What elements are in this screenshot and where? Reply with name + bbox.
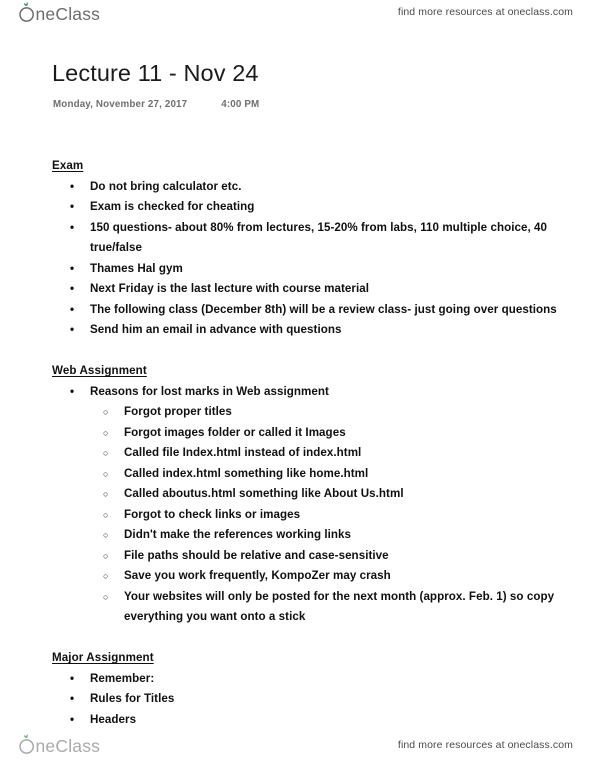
list-item-text: Send him an email in advance with questi… xyxy=(90,323,342,336)
page-title: Lecture 11 - Nov 24 xyxy=(52,60,259,86)
list-item: ○ Forgot to check links or images xyxy=(0,505,595,526)
list-item: ○ Forgot proper titles xyxy=(0,402,595,423)
list-item: • Remember: xyxy=(0,669,595,690)
bullet-filled-icon: • xyxy=(70,692,75,705)
list-item-text: Thames Hal gym xyxy=(90,261,183,275)
section: Exam • Do not bring calculator etc. • Exam i… xyxy=(0,156,595,341)
section: Major Assignment • Remember: • Rules for Tit… xyxy=(0,648,595,730)
list-item: ○ Didn't make the references working link… xyxy=(0,525,595,546)
list-item: • Next Friday is the last lecture with co… xyxy=(0,279,595,300)
oneclass-logo-footer: neClass xyxy=(17,734,113,761)
list-item-text: Save you work frequently, KompoZer may c… xyxy=(124,569,391,582)
list-item-text: 150 questions- about 80% from lectures, … xyxy=(90,220,548,255)
list-item-text: File paths should be relative and case-s… xyxy=(124,548,389,562)
document-time: 4:00 PM xyxy=(221,99,260,110)
list-item: ○ Called file Index.html instead of index… xyxy=(0,443,595,464)
bullet-hollow-icon: ○ xyxy=(103,489,109,499)
page-header: neClass find more resources at oneclass.… xyxy=(0,0,595,36)
svg-text:neClass: neClass xyxy=(36,736,101,756)
bullet-list-level-2: ○ Forgot proper titles ○ Forgot images fold… xyxy=(0,402,595,628)
bullet-hollow-icon: ○ xyxy=(103,427,109,438)
list-item: ○ Forgot images folder or called it Image… xyxy=(0,423,595,444)
list-item: • The following class (December 8th) will… xyxy=(0,300,595,321)
list-item-text: Headers xyxy=(90,712,137,726)
bullet-hollow-icon: ○ xyxy=(103,509,109,520)
document-date: Monday, November 27, 2017 xyxy=(53,99,188,110)
bullet-list-level-1: • Do not bring calculator etc. • Exam is ch… xyxy=(0,177,595,341)
list-item-text: The following class (December 8th) will … xyxy=(90,302,557,316)
list-item-text: Called aboutus.html something like About… xyxy=(124,487,404,500)
list-item: • Send him an email in advance with quest… xyxy=(0,320,595,341)
oneclass-wordmark-icon: neClass xyxy=(19,2,101,24)
bullet-filled-icon: • xyxy=(70,671,75,685)
list-item: ○ File paths should be relative and case-… xyxy=(0,546,595,567)
section-heading: Major Assignment xyxy=(52,651,154,664)
bullet-hollow-icon: ○ xyxy=(103,468,109,479)
bullet-filled-icon: • xyxy=(70,200,75,213)
header-tagline: find more resources at oneclass.com xyxy=(397,6,573,18)
list-item: • Reasons for lost marks in Web assignmen… xyxy=(0,382,595,403)
bullet-filled-icon: • xyxy=(70,220,75,234)
list-item-text: Called file Index.html instead of index.… xyxy=(124,446,362,459)
list-item: • 150 questions- about 80% from lectures,… xyxy=(0,218,595,259)
bullet-filled-icon: • xyxy=(70,384,75,398)
page-footer: neClass find more resources at oneclass.… xyxy=(0,726,595,770)
list-item-text: Forgot images folder or called it Images xyxy=(124,425,346,439)
list-item-text: Reasons for lost marks in Web assignment xyxy=(90,384,329,398)
footer-tagline: find more resources at oneclass.com xyxy=(397,739,573,751)
bullet-hollow-icon: ○ xyxy=(103,448,109,458)
bullet-list-level-1: • Remember: • Rules for Titles • Headers xyxy=(0,669,595,731)
list-item: ○ Called index.html something like home.h… xyxy=(0,464,595,485)
oneclass-wordmark-footer-icon: neClass xyxy=(19,734,101,756)
list-item: • Do not bring calculator etc. xyxy=(0,177,595,198)
bullet-filled-icon: • xyxy=(70,302,75,316)
document-meta: Monday, November 27, 2017 4:00 PM xyxy=(53,99,259,110)
list-item-text: Rules for Titles xyxy=(90,692,175,705)
list-item-text: Your websites will only be posted for th… xyxy=(124,589,555,624)
bullet-hollow-icon: ○ xyxy=(103,530,109,540)
list-item-text: Forgot proper titles xyxy=(124,405,232,418)
list-item: • Exam is checked for cheating xyxy=(0,197,595,218)
list-item-text: Called index.html something like home.ht… xyxy=(124,466,369,480)
svg-text:neClass: neClass xyxy=(36,4,101,24)
list-item: ○ Save you work frequently, KompoZer may … xyxy=(0,566,595,587)
list-item-text: Forgot to check links or images xyxy=(124,507,301,521)
oneclass-logo: neClass xyxy=(17,2,113,24)
bullet-filled-icon: • xyxy=(70,323,75,336)
list-item: • Rules for Titles xyxy=(0,689,595,710)
bullet-hollow-icon: ○ xyxy=(103,571,109,581)
section: Web Assignment • Reasons for lost marks in… xyxy=(0,361,595,628)
list-item: ○ Your websites will only be posted for t… xyxy=(0,587,595,628)
list-item: • Thames Hal gym xyxy=(0,259,595,280)
section-heading: Web Assignment xyxy=(52,364,147,377)
list-item-text: Remember: xyxy=(90,671,155,685)
list-item-text: Do not bring calculator etc. xyxy=(90,179,242,193)
bullet-filled-icon: • xyxy=(70,261,75,275)
notes-content: Exam • Do not bring calculator etc. • Exam i… xyxy=(0,156,595,730)
section-heading: Exam xyxy=(52,159,84,172)
bullet-list-level-1: • Reasons for lost marks in Web assignmen… xyxy=(0,382,595,403)
bullet-filled-icon: • xyxy=(70,179,75,193)
bullet-hollow-icon: ○ xyxy=(103,591,109,602)
bullet-hollow-icon: ○ xyxy=(103,407,109,417)
bullet-filled-icon: • xyxy=(70,282,75,295)
list-item-text: Next Friday is the last lecture with cou… xyxy=(90,282,370,295)
list-item-text: Exam is checked for cheating xyxy=(90,200,255,213)
list-item-text: Didn't make the references working links xyxy=(124,528,352,541)
bullet-hollow-icon: ○ xyxy=(103,550,109,561)
list-item: ○ Called aboutus.html something like Abou… xyxy=(0,484,595,505)
